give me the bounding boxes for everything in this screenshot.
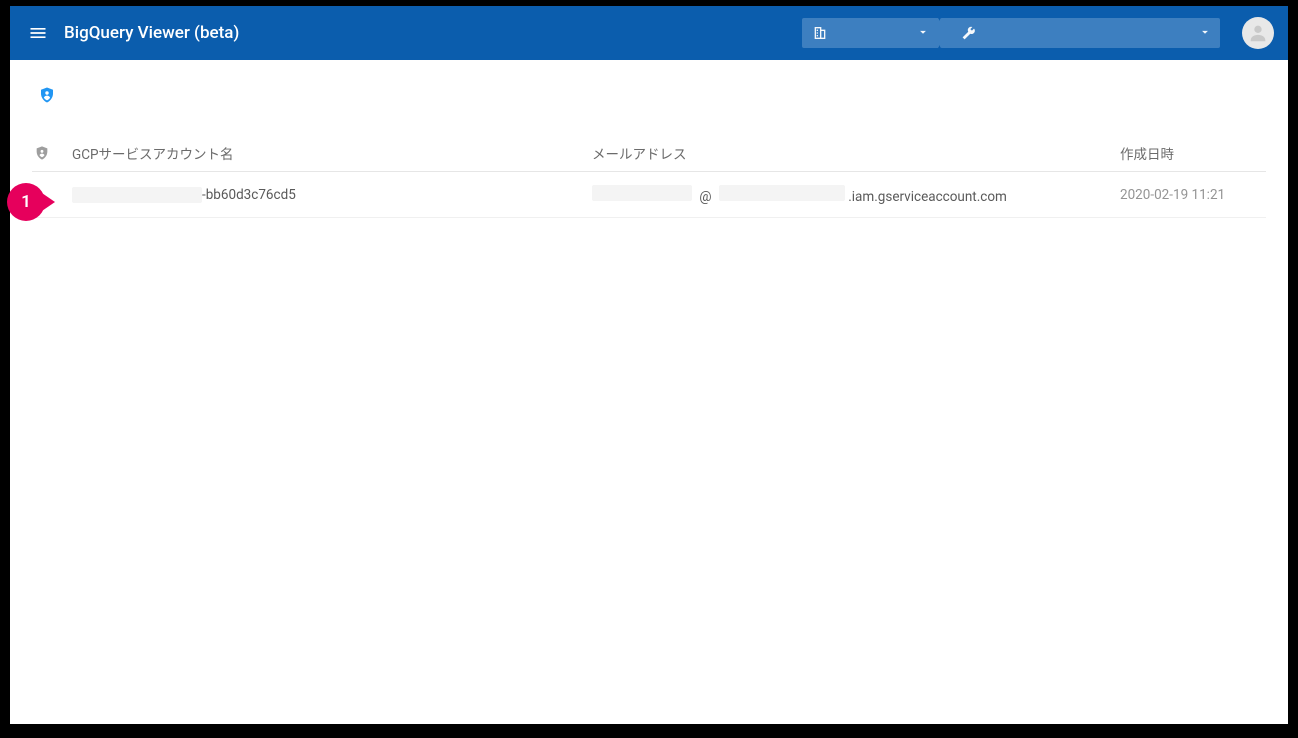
row-created-cell: 2020-02-19 11:21 — [1120, 187, 1266, 203]
hamburger-icon — [28, 23, 48, 43]
caret-down-icon — [916, 24, 930, 43]
app-header: BigQuery Viewer (beta) — [10, 6, 1288, 60]
email-at: @ — [699, 189, 711, 205]
redacted-text — [719, 185, 845, 201]
menu-button[interactable] — [24, 19, 52, 47]
row-email-cell: @ .iam.gserviceaccount.com — [592, 185, 1120, 205]
service-account-table: GCPサービスアカウント名 メールアドレス 作成日時 -bb60d3c76cd5… — [32, 144, 1266, 218]
caret-down-icon — [1198, 24, 1212, 43]
row-name-cell: -bb60d3c76cd5 — [72, 187, 592, 203]
header-icon-cell — [32, 145, 72, 161]
redacted-text — [72, 187, 202, 203]
table-header: GCPサービスアカウント名 メールアドレス 作成日時 — [32, 144, 1266, 172]
step-number: 1 — [7, 183, 45, 221]
name-suffix: -bb60d3c76cd5 — [202, 187, 296, 203]
header-name: GCPサービスアカウント名 — [72, 143, 592, 163]
org-select[interactable] — [802, 18, 938, 48]
header-created: 作成日時 — [1120, 143, 1266, 163]
shield-icon — [34, 145, 50, 161]
email-domain-suffix: .iam.gserviceaccount.com — [848, 189, 1007, 205]
building-icon — [812, 25, 828, 41]
wrench-icon — [960, 25, 976, 41]
redacted-text — [592, 185, 692, 201]
breadcrumb-separator — [938, 18, 948, 48]
project-select[interactable] — [940, 18, 1220, 48]
content-area: 1 GCPサービスアカウント名 メールアドレス 作成日時 — [10, 60, 1288, 724]
header-email: メールアドレス — [592, 143, 1120, 163]
header-selects — [802, 18, 1220, 48]
shield-account-icon — [38, 86, 56, 104]
person-icon — [1247, 22, 1269, 44]
app-frame: BigQuery Viewer (beta) — [10, 6, 1288, 724]
user-avatar[interactable] — [1242, 17, 1274, 49]
step-callout: 1 — [7, 183, 59, 221]
table-row[interactable]: -bb60d3c76cd5 @ .iam.gserviceaccount.com… — [32, 172, 1266, 218]
app-title: BigQuery Viewer (beta) — [64, 23, 239, 43]
